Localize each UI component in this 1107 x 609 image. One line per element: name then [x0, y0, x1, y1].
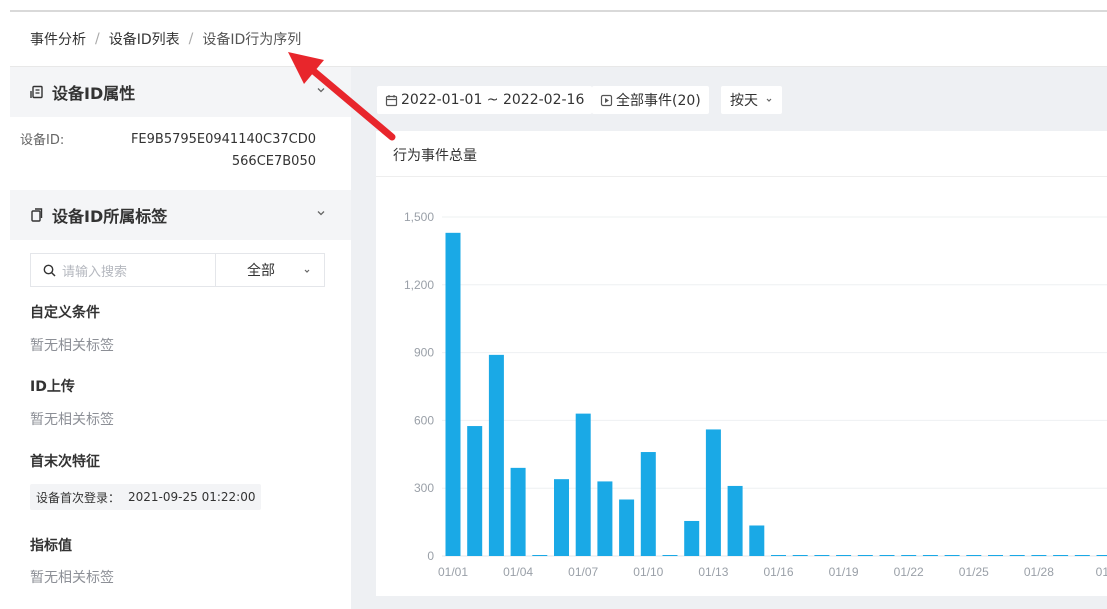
- bar-01/09[interactable]: [619, 499, 635, 557]
- bar-01/19[interactable]: [836, 555, 852, 556]
- granularity-text: 按天: [730, 93, 758, 109]
- bar-01/03[interactable]: [488, 354, 504, 556]
- date-range-text: 2022-01-01 ~ 2022-02-16: [401, 92, 585, 108]
- search-placeholder: 请输入搜索: [62, 264, 128, 280]
- breadcrumb-separator: /: [188, 31, 194, 47]
- bar-01/31[interactable]: [1096, 555, 1107, 556]
- bar-01/29[interactable]: [1053, 555, 1069, 556]
- event-filter-button[interactable]: 全部事件(20): [592, 86, 709, 114]
- granularity-select[interactable]: 按天: [721, 86, 782, 114]
- y-tick-label: 0: [427, 549, 434, 563]
- x-tick-label: 01/04: [503, 565, 533, 579]
- group-empty-text: 暂无相关标签: [30, 570, 114, 586]
- group-title-metric: 指标值: [30, 538, 72, 554]
- device-tags-title: 设备ID所属标签: [52, 207, 168, 226]
- device-attr-title: 设备ID属性: [52, 84, 136, 103]
- breadcrumb: 事件分析 / 设备ID列表 / 设备ID行为序列: [30, 29, 301, 49]
- bar-01/04[interactable]: [510, 467, 526, 556]
- chart-card-title: 行为事件总量: [393, 148, 477, 164]
- y-tick-label: 1,200: [404, 278, 434, 292]
- x-tick-label: 01/: [1096, 565, 1107, 579]
- bar-01/11[interactable]: [662, 555, 678, 556]
- bar-01/15[interactable]: [749, 525, 765, 556]
- doc-icon: [30, 85, 44, 99]
- device-id-value: FE9B5795E0941140C37CD0566CE7B050: [130, 132, 316, 169]
- calendar-icon: [385, 94, 398, 107]
- y-tick-label: 1,500: [404, 210, 434, 224]
- group-empty-text: 暂无相关标签: [30, 338, 114, 354]
- chevron-down-icon[interactable]: [315, 84, 327, 96]
- bar-01/22[interactable]: [901, 555, 917, 556]
- bar-01/27[interactable]: [1009, 555, 1025, 556]
- bar-01/20[interactable]: [857, 555, 873, 556]
- first-login-chip: 设备首次登录： 2021-09-25 01:22:00: [30, 484, 262, 510]
- bar-01/23[interactable]: [922, 555, 938, 556]
- bar-01/06[interactable]: [554, 479, 569, 556]
- bar-01/28[interactable]: [1031, 555, 1047, 556]
- group-title-first-last: 首末次特征: [30, 454, 100, 470]
- chip-label: 设备首次登录：: [36, 490, 121, 505]
- breadcrumb-item-event-analysis[interactable]: 事件分析: [30, 29, 86, 49]
- bar-01/14[interactable]: [727, 485, 743, 556]
- x-tick-label: 01/22: [894, 565, 924, 579]
- group-title-custom: 自定义条件: [30, 305, 100, 321]
- breadcrumb-separator: /: [95, 31, 100, 47]
- x-tick-label: 01/07: [568, 565, 598, 579]
- breadcrumb-item-current: 设备ID行为序列: [202, 32, 302, 48]
- device-id-label: 设备ID:: [20, 133, 65, 148]
- x-tick-label: 01/25: [959, 565, 989, 579]
- bar-01/12[interactable]: [684, 520, 700, 556]
- breadcrumb-item-device-list[interactable]: 设备ID列表: [109, 29, 180, 49]
- bar-01/24[interactable]: [944, 555, 960, 556]
- x-tick-label: 01/28: [1024, 565, 1054, 579]
- bar-01/25[interactable]: [966, 555, 982, 556]
- bar-01/18[interactable]: [814, 555, 830, 556]
- bar-01/05[interactable]: [532, 555, 548, 556]
- device-attr-header[interactable]: 设备ID属性: [10, 67, 351, 117]
- top-border: [10, 10, 1107, 12]
- bar-01/02[interactable]: [467, 426, 483, 556]
- bar-01/30[interactable]: [1074, 555, 1090, 556]
- y-tick-label: 900: [414, 346, 434, 360]
- tag-search-input[interactable]: 请输入搜索: [30, 253, 215, 287]
- y-tick-label: 300: [414, 481, 434, 495]
- bar-01/13[interactable]: [705, 429, 721, 556]
- group-empty-text: 暂无相关标签: [30, 412, 114, 428]
- bar-01/01[interactable]: [445, 232, 461, 556]
- x-tick-label: 01/19: [829, 565, 859, 579]
- x-tick-label: 01/13: [698, 565, 728, 579]
- chip-value: 2021-09-25 01:22:00: [128, 490, 256, 504]
- y-tick-label: 600: [414, 413, 434, 427]
- bar-01/26[interactable]: [988, 555, 1003, 556]
- event-icon: [600, 94, 613, 107]
- chevron-down-icon: [302, 266, 312, 276]
- chevron-down-icon[interactable]: [315, 207, 327, 219]
- date-range-picker[interactable]: 2022-01-01 ~ 2022-02-16: [377, 86, 593, 114]
- x-tick-label: 01/10: [633, 565, 663, 579]
- device-tags-header[interactable]: 设备ID所属标签: [10, 190, 351, 240]
- bar-01/10[interactable]: [640, 452, 656, 556]
- group-title-id-upload: ID上传: [30, 379, 75, 395]
- tag-filter-select[interactable]: 全部: [215, 253, 325, 287]
- x-tick-label: 01/01: [438, 565, 468, 579]
- event-filter-text: 全部事件(20): [616, 93, 701, 109]
- bar-01/07[interactable]: [575, 413, 591, 556]
- bar-01/17[interactable]: [792, 555, 808, 556]
- bar-01/21[interactable]: [879, 555, 895, 556]
- tag-icon: [30, 208, 44, 222]
- x-tick-label: 01/16: [763, 565, 793, 579]
- chevron-down-icon: [764, 95, 774, 105]
- search-icon: [43, 264, 56, 277]
- tag-filter-value: 全部: [247, 263, 275, 279]
- event-total-bar-chart: 0 300 600 900 1,200 1,500 01/01 01/04 01/07 01/10…: [404, 210, 1107, 579]
- bar-01/08[interactable]: [597, 481, 613, 556]
- bar-01/16[interactable]: [771, 555, 786, 556]
